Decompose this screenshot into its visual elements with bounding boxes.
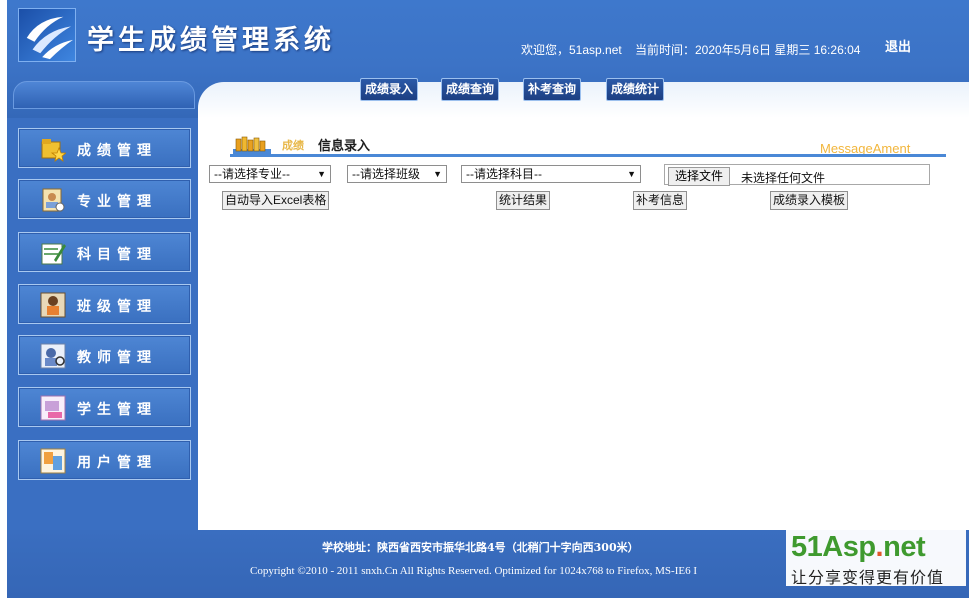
sidebar-top-cap: [13, 81, 195, 109]
school-address: 学校地址：陕西省西安市振华北路4号（北稍门十字向西300米）: [322, 541, 639, 554]
welcome-text: 欢迎您，51asp.net: [521, 43, 622, 57]
app-frame: 学生成绩管理系统 欢迎您，51asp.net 当前时间：2020年5月6日 星期…: [7, 0, 969, 598]
sidebar-item-student[interactable]: 学生管理: [18, 387, 191, 427]
watermark-slogan: 让分享变得更有价值: [791, 568, 945, 587]
section-label-accent: 成绩: [282, 139, 304, 152]
subject-select-value: --请选择科目--: [466, 167, 542, 181]
tab-makeup-query[interactable]: 补考查询: [523, 78, 582, 101]
tab-score-entry[interactable]: 成绩录入: [360, 78, 419, 101]
sidebar-item-label: 专业管理: [77, 194, 157, 210]
sidebar-item-label: 学生管理: [77, 402, 157, 418]
student-icon: [40, 395, 66, 421]
current-time: 当前时间：2020年5月6日 星期三 16:26:04: [635, 43, 861, 57]
score-template-button[interactable]: 成绩录入模板: [770, 191, 849, 210]
user-badge-icon: [42, 188, 65, 212]
sidebar-item-subject[interactable]: 科目管理: [18, 232, 191, 272]
sidebar-item-label: 科目管理: [77, 247, 157, 263]
sidebar-item-label: 班级管理: [77, 299, 157, 315]
stats-result-button[interactable]: 统计结果: [496, 191, 551, 210]
chevron-down-icon: ▼: [433, 169, 442, 179]
makeup-info-button[interactable]: 补考信息: [633, 191, 688, 210]
major-select[interactable]: --请选择专业-- ▼: [209, 165, 331, 183]
sidebar-item-score[interactable]: 成绩管理: [18, 128, 191, 168]
major-select-value: --请选择专业--: [214, 167, 290, 181]
sidebar-item-label: 成绩管理: [77, 143, 157, 159]
system-title: 学生成绩管理系统: [87, 25, 335, 56]
teacher-icon: [40, 343, 66, 369]
tab-score-stats[interactable]: 成绩统计: [606, 78, 665, 101]
classroom-icon: [40, 292, 66, 318]
folder-star-icon: [41, 139, 66, 162]
sidebar-item-major[interactable]: 专业管理: [18, 179, 191, 219]
sidebar-item-label: 用户管理: [77, 455, 157, 471]
copyright: Copyright ©2010 - 2011 snxh.Cn All Right…: [250, 565, 698, 577]
sidebar-item-user[interactable]: 用户管理: [18, 440, 191, 480]
import-excel-button[interactable]: 自动导入Excel表格: [222, 191, 330, 210]
class-select-value: --请选择班级: [352, 167, 420, 181]
section-title: 信息录入: [318, 139, 371, 154]
logo-icon: [18, 8, 76, 62]
sidebar-item-teacher[interactable]: 教师管理: [18, 335, 191, 375]
choose-file-button[interactable]: 选择文件: [668, 167, 731, 186]
logout-link[interactable]: 退出: [885, 36, 911, 55]
file-input[interactable]: 选择文件 未选择任何文件: [664, 164, 930, 186]
tab-score-query[interactable]: 成绩查询: [441, 78, 500, 101]
content-top-bar: [198, 82, 969, 118]
users-icon: [40, 448, 66, 474]
class-select[interactable]: --请选择班级 ▼: [347, 165, 447, 183]
file-status: 未选择任何文件: [741, 171, 826, 185]
watermark: 51Asp.net 让分享变得更有价值: [786, 530, 966, 587]
subject-select[interactable]: --请选择科目-- ▼: [461, 165, 641, 183]
sidebar-item-label: 教师管理: [77, 350, 157, 366]
sidebar-item-class[interactable]: 班级管理: [18, 284, 191, 324]
chevron-down-icon: ▼: [317, 169, 326, 179]
chevron-down-icon: ▼: [627, 169, 636, 179]
edit-note-icon: [41, 243, 66, 265]
section-divider: [230, 154, 946, 157]
watermark-logo: 51Asp.net: [791, 531, 926, 563]
